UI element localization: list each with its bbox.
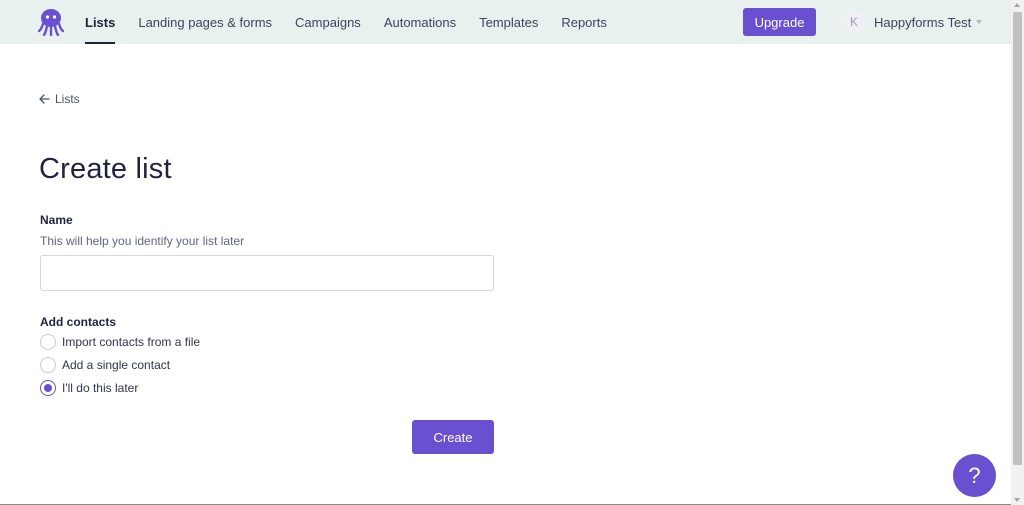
scroll-down-icon[interactable] xyxy=(1014,498,1020,502)
nav-item-lists[interactable]: Lists xyxy=(85,0,116,44)
name-field-help: This will help you identify your list la… xyxy=(40,234,245,248)
nav-item-reports[interactable]: Reports xyxy=(561,0,607,44)
scroll-thumb[interactable] xyxy=(1013,12,1022,465)
upgrade-button[interactable]: Upgrade xyxy=(743,8,816,36)
radio-option-do-later[interactable]: I'll do this later xyxy=(40,380,138,396)
nav-item-automations[interactable]: Automations xyxy=(384,0,456,44)
nav-item-landing-pages-forms[interactable]: Landing pages & forms xyxy=(138,0,272,44)
avatar: K xyxy=(842,10,866,34)
radio-label: I'll do this later xyxy=(62,381,139,395)
caret-down-icon xyxy=(976,20,983,24)
octopus-logo-icon[interactable] xyxy=(38,8,64,36)
list-name-input[interactable] xyxy=(40,255,494,291)
nav-item-templates[interactable]: Templates xyxy=(479,0,538,44)
page-title: Create list xyxy=(39,153,172,185)
radio-single-contact[interactable] xyxy=(40,357,56,373)
arrow-left-icon xyxy=(39,94,50,104)
name-field-label: Name xyxy=(40,213,73,227)
page-scrollbar[interactable] xyxy=(1011,0,1024,505)
add-contacts-label: Add contacts xyxy=(40,315,117,329)
radio-label: Import contacts from a file xyxy=(62,335,201,349)
radio-option-single-contact[interactable]: Add a single contact xyxy=(40,357,170,373)
nav-item-campaigns[interactable]: Campaigns xyxy=(295,0,361,44)
back-link-label: Lists xyxy=(55,92,80,106)
scroll-up-icon[interactable] xyxy=(1014,3,1020,7)
account-menu[interactable]: K Happyforms Test xyxy=(842,8,983,36)
main-nav: Lists Landing pages & forms Campaigns Au… xyxy=(85,0,630,44)
radio-import-file[interactable] xyxy=(40,334,56,350)
radio-option-import-file[interactable]: Import contacts from a file xyxy=(40,334,200,350)
account-name: Happyforms Test xyxy=(874,14,972,30)
radio-label: Add a single contact xyxy=(62,358,171,372)
radio-do-later[interactable] xyxy=(40,380,56,396)
back-to-lists-link[interactable]: Lists xyxy=(39,92,80,106)
create-button[interactable]: Create xyxy=(412,420,494,454)
help-icon[interactable]: ? xyxy=(953,454,996,497)
top-navigation-bar: Lists Landing pages & forms Campaigns Au… xyxy=(0,0,1011,44)
